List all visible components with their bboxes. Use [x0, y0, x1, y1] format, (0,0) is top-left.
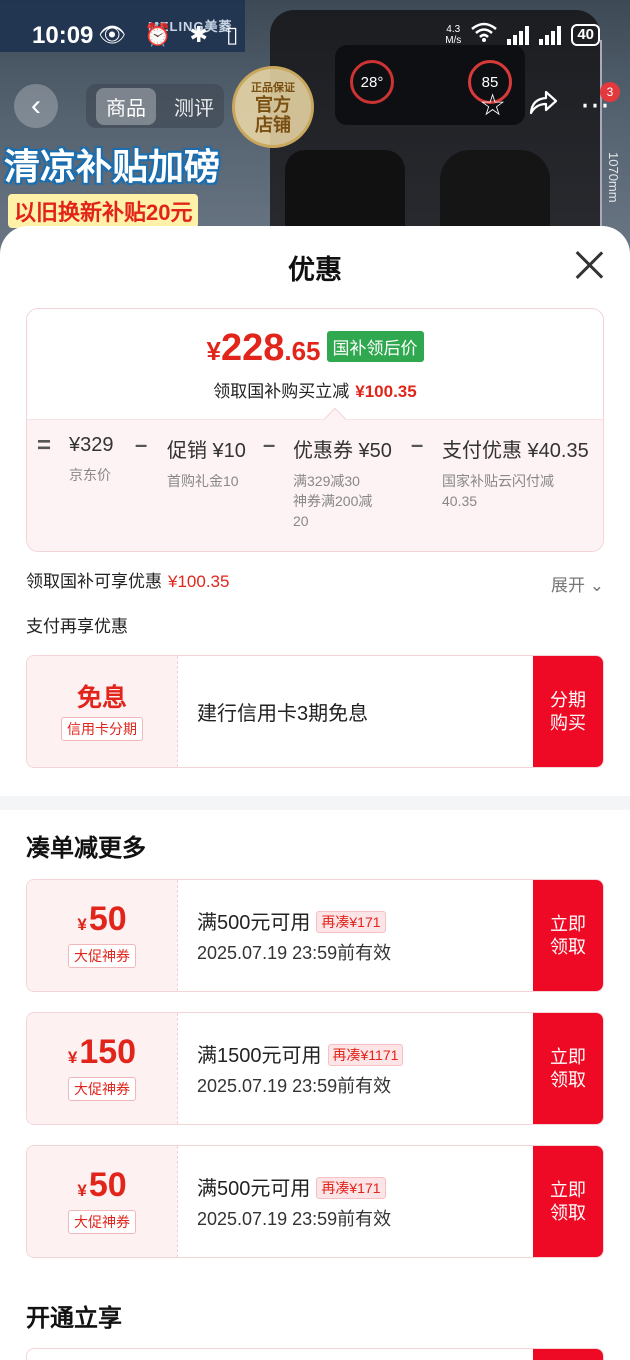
claim-coupon-button[interactable]: 立即 领取 — [533, 1013, 603, 1124]
coupon-card: ¥150 大促神券 满1500元可用 再凑¥1171 2025.07.19 23:… — [26, 1012, 604, 1125]
screen: MELING美菱 28° 85 1070mm 清凉补贴加磅 以旧换新补贴20元 … — [0, 0, 630, 1360]
card-divider — [177, 656, 178, 767]
breakdown-row: = ¥329 京东价 – 促销 ¥10 首购礼金10 – 优惠券 ¥50 满32… — [27, 419, 603, 551]
membership-action[interactable] — [533, 1349, 603, 1360]
expand-toggle[interactable]: 展开 ⌄ — [551, 571, 604, 596]
notification-badge: 3 — [600, 82, 620, 102]
membership-card-partial — [26, 1348, 604, 1360]
breakdown-jd-price: ¥329 京东价 — [69, 434, 114, 483]
tab-review[interactable]: 测评 — [174, 92, 214, 121]
card-divider — [177, 1013, 178, 1124]
favorite-star-icon[interactable]: ☆ — [479, 88, 506, 123]
net-speed: 4.3 M/s — [445, 23, 462, 46]
breakdown-payment: 支付优惠 ¥40.35 国家补贴云闪付减 40.35 — [442, 440, 589, 509]
installment-desc: 建行信用卡3期免息 — [197, 703, 369, 725]
minus-sign: – — [263, 432, 276, 457]
final-price-area: ¥228.65 国补领后价 领取国补购买立减 ¥100.35 — [27, 309, 603, 419]
promo-subline: 以旧换新补贴20元 — [8, 194, 199, 228]
back-button[interactable]: ‹ — [14, 84, 58, 128]
battery-icon: 40 — [571, 23, 600, 46]
subsidy-note: 领取国补可享优惠 ¥100.35 — [26, 572, 230, 591]
tab-product[interactable]: 商品 — [96, 87, 156, 125]
claim-coupon-button[interactable]: 立即 领取 — [533, 1146, 603, 1257]
installment-card: 免息 信用卡分期 建行信用卡3期免息 分期 购买 — [26, 655, 604, 768]
promo-headline: 清凉补贴加磅 — [4, 146, 221, 187]
coupon-condition: 满500元可用 再凑¥171 — [197, 906, 391, 935]
coupon-card: ¥50 大促神券 满500元可用 再凑¥171 2025.07.19 23:59前… — [26, 1145, 604, 1258]
coupon-expiry: 2025.07.19 23:59前有效 — [197, 1209, 392, 1229]
coupon-chip: 大促神券 — [68, 1209, 136, 1234]
coupon-card: ¥50 大促神券 满500元可用 再凑¥171 2025.07.19 23:59前… — [26, 879, 604, 992]
coupon-chip: 大促神券 — [68, 1076, 136, 1101]
status-left-icons: 👁 ⏰ ✱ ▯ — [98, 22, 245, 47]
instant-saving: 领取国补购买立减 ¥100.35 — [213, 382, 417, 401]
subsidy-price-tag: 国补领后价 — [326, 331, 424, 362]
minus-sign: – — [411, 432, 424, 457]
section-separator — [0, 796, 630, 810]
height-label: 1070mm — [606, 152, 621, 203]
coupon-chip: 大促神券 — [68, 943, 136, 968]
section-title-more: 凑单减更多 — [26, 835, 146, 862]
status-time: 10:09 — [32, 22, 94, 49]
signal-icon-2 — [539, 25, 562, 45]
coupon-value: ¥150 — [67, 1032, 137, 1071]
installment-left: 免息 信用卡分期 — [27, 656, 177, 767]
coupon-gap-pill: 再凑¥1171 — [327, 1044, 404, 1066]
installment-chip: 信用卡分期 — [61, 716, 143, 741]
breakdown-promotion: 促销 ¥10 首购礼金10 — [167, 440, 246, 489]
status-bar: 10:09 👁 ⏰ ✱ ▯ 4.3 M/s 40 — [0, 0, 630, 70]
card-divider — [177, 1146, 178, 1257]
card-divider — [177, 880, 178, 991]
coupon-value: ¥50 — [77, 1165, 127, 1204]
wifi-icon — [471, 22, 498, 47]
minus-sign: – — [135, 432, 148, 457]
coupon-gap-pill: 再凑¥171 — [316, 1177, 386, 1199]
equals-sign: = — [37, 432, 52, 459]
share-icon[interactable] — [528, 89, 558, 123]
sheet-title: 优惠 — [288, 255, 342, 285]
coupon-value: ¥50 — [77, 899, 127, 938]
pay-note: 支付再享优惠 — [26, 617, 128, 636]
section-title-open: 开通立享 — [26, 1305, 122, 1332]
final-price: ¥228.65 国补领后价 — [27, 327, 603, 370]
discount-sheet: 优惠 ¥228.65 国补领后价 领取国补购买立减 ¥100.35 = ¥329 京… — [0, 226, 630, 1360]
close-icon[interactable] — [574, 250, 604, 280]
installment-buy-button[interactable]: 分期 购买 — [533, 656, 603, 767]
claim-coupon-button[interactable]: 立即 领取 — [533, 880, 603, 991]
nav-icons: ☆ ⋯ — [479, 88, 610, 123]
coupon-gap-pill: 再凑¥171 — [316, 911, 386, 933]
price-breakdown-card: ¥228.65 国补领后价 领取国补购买立减 ¥100.35 = ¥329 京东价 … — [26, 308, 604, 552]
breakdown-coupon: 优惠券 ¥50 满329减30 神券满200减 20 — [293, 440, 392, 529]
status-right: 4.3 M/s 40 — [445, 22, 600, 47]
coupon-expiry: 2025.07.19 23:59前有效 — [197, 943, 392, 963]
coupon-condition: 满500元可用 再凑¥171 — [197, 1172, 391, 1201]
signal-icon-1 — [507, 25, 530, 45]
top-tabs: 商品 测评 — [86, 84, 224, 128]
coupon-condition: 满1500元可用 再凑¥1171 — [197, 1039, 404, 1068]
coupon-expiry: 2025.07.19 23:59前有效 — [197, 1076, 392, 1096]
official-store-badge[interactable]: 正品保证 官方 店铺 — [232, 66, 314, 148]
